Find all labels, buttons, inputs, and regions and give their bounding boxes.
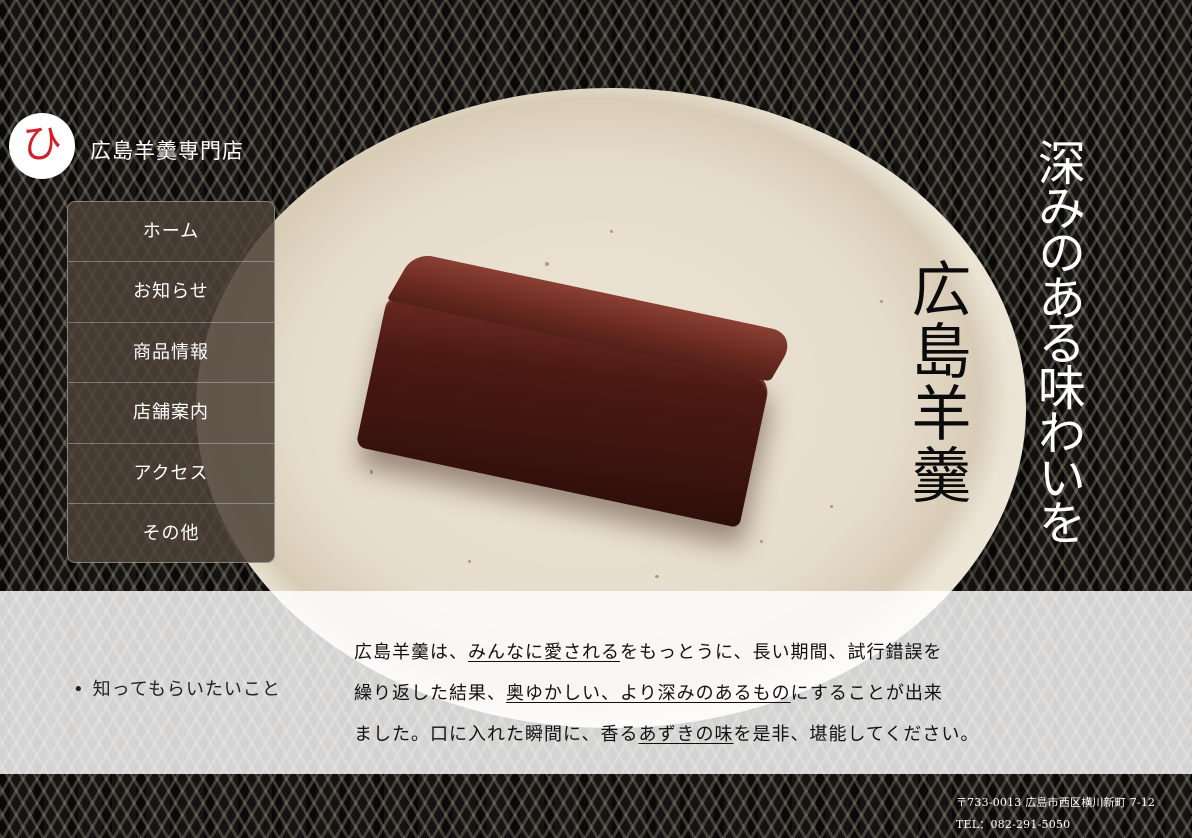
bullet-dot-icon: • xyxy=(73,679,85,700)
nav-item-news[interactable]: お知らせ xyxy=(68,262,274,323)
plate-speck xyxy=(830,505,833,508)
desc-text: を是非、堪能してください。 xyxy=(733,724,980,745)
description-line: 広島羊羹は、みんなに愛されるをもっとうに、長い期間、試行錯誤を xyxy=(354,632,1074,673)
hero-tagline: 深みのある味わいを xyxy=(1029,138,1085,543)
footer-tel[interactable]: TEL：082-291-5050 xyxy=(956,814,1155,836)
plate-speck xyxy=(610,230,613,233)
desc-text: をもっとうに、長い期間、試行錯誤を xyxy=(620,642,943,663)
plate-speck xyxy=(760,540,763,543)
nav-item-store-info[interactable]: 店舗案内 xyxy=(68,383,274,444)
hero-title: 広島羊羹 xyxy=(901,258,971,506)
footer-address: 〒733-0013 広島市西区横川新町 7-12 xyxy=(956,796,1156,809)
plate-speck xyxy=(880,300,883,303)
logo-icon[interactable]: ひ xyxy=(9,113,75,179)
info-bullet: • 知ってもらいたいこと xyxy=(73,675,281,701)
shop-name[interactable]: 広島羊羹専門店 xyxy=(90,135,244,165)
nav-item-products[interactable]: 商品情報 xyxy=(68,323,274,384)
description-line: 繰り返した結果、奥ゆかしい、より深みのあるものにすることが出来 xyxy=(354,673,1074,714)
plate-speck xyxy=(468,560,471,563)
plate-speck xyxy=(655,575,659,578)
nav-item-access[interactable]: アクセス xyxy=(68,444,274,504)
desc-text: ました。口に入れた瞬間に、香る xyxy=(354,724,639,745)
main-nav: ホーム お知らせ 商品情報 店舗案内 アクセス その他 xyxy=(67,201,275,563)
nav-item-other[interactable]: その他 xyxy=(68,504,274,562)
info-description: 広島羊羹は、みんなに愛されるをもっとうに、長い期間、試行錯誤を 繰り返した結果、… xyxy=(354,632,1074,755)
desc-emphasis: あずきの味 xyxy=(638,724,734,745)
desc-text: 広島羊羹は、 xyxy=(354,642,468,663)
footer: 〒733-0013 広島市西区横川新町 7-12 TEL：082-291-505… xyxy=(956,792,1155,836)
desc-emphasis: みんなに愛される xyxy=(468,642,620,663)
desc-emphasis: 奥ゆかしい、より深みのあるもの xyxy=(506,683,791,704)
plate-speck xyxy=(370,470,373,474)
description-line: ました。口に入れた瞬間に、香るあずきの味を是非、堪能してください。 xyxy=(354,714,1074,755)
info-bullet-label: 知ってもらいたいこと xyxy=(92,679,281,700)
nav-item-home[interactable]: ホーム xyxy=(68,202,274,263)
plate-speck xyxy=(545,262,549,266)
desc-text: 繰り返した結果、 xyxy=(354,683,506,704)
desc-text: にすることが出来 xyxy=(790,683,943,704)
